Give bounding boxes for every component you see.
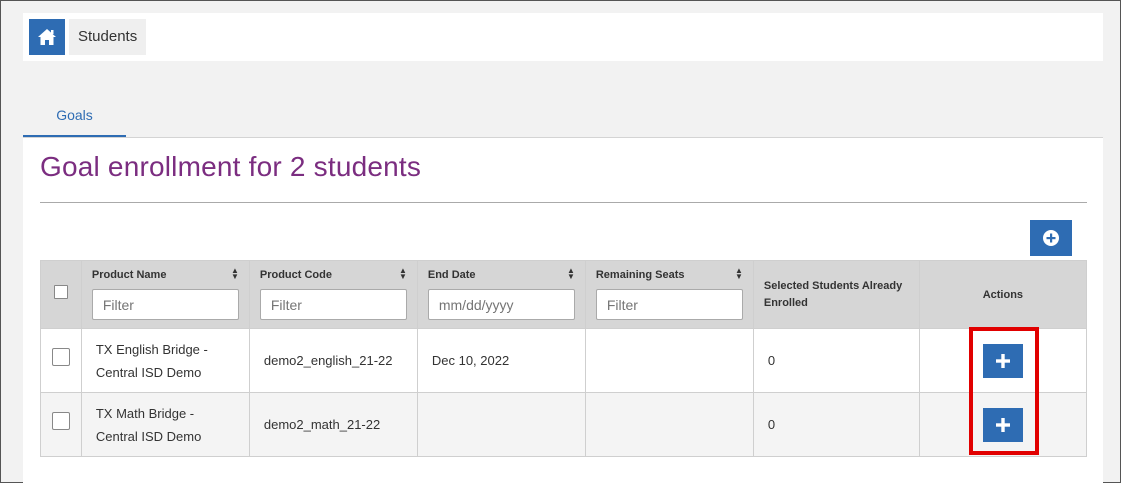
product-name-filter[interactable] xyxy=(91,289,239,320)
home-icon xyxy=(38,29,56,45)
product-name-cell: TX Math Bridge - Central ISD Demo xyxy=(80,392,250,457)
remaining-seats-cell xyxy=(584,392,754,457)
plus-icon xyxy=(995,353,1010,368)
table-row: TX English Bridge - Central ISD Demo dem… xyxy=(40,328,1088,393)
actions-cell xyxy=(918,328,1088,393)
row-checkbox[interactable] xyxy=(51,348,70,366)
tabs-area xyxy=(23,61,1103,137)
end-date-cell xyxy=(416,392,586,457)
header-product-name: Product Name ▲ ▼ xyxy=(80,260,250,329)
row-checkbox[interactable] xyxy=(51,412,70,430)
product-code-cell: demo2_english_21-22 xyxy=(248,328,418,393)
remaining-seats-filter[interactable] xyxy=(595,289,743,320)
header-selected-enrolled: Selected Students Already Enrolled xyxy=(752,260,920,329)
header-actions: Actions xyxy=(918,260,1088,329)
enroll-button[interactable] xyxy=(982,407,1023,442)
header-remaining-seats: Remaining Seats ▲ ▼ xyxy=(584,260,754,329)
header-label: Remaining Seats xyxy=(595,269,685,281)
header-end-date: End Date ▲ ▼ xyxy=(416,260,586,329)
header-label: Product Code xyxy=(259,269,332,281)
row-select-cell xyxy=(40,392,82,457)
enrolled-cell: 0 xyxy=(752,328,920,393)
home-button[interactable] xyxy=(29,19,65,55)
header-label: End Date xyxy=(427,269,476,281)
table-header-row: Product Name ▲▼ Product Code ▲▼ End Date xyxy=(40,260,1088,329)
select-all-cell xyxy=(40,260,82,329)
select-all-checkbox[interactable] xyxy=(53,284,68,299)
actions-cell xyxy=(918,392,1088,457)
end-date-filter[interactable] xyxy=(427,289,575,320)
page-title: Goal enrollment for 2 students xyxy=(40,151,422,182)
remaining-seats-cell xyxy=(584,328,754,393)
tab-goals[interactable]: Goals xyxy=(23,103,126,137)
header-label: Product Name xyxy=(91,269,167,281)
sort-icon[interactable]: ▲ ▼ xyxy=(567,267,575,281)
sort-icon[interactable]: ▲ ▼ xyxy=(735,267,743,281)
plus-icon xyxy=(995,417,1010,432)
plus-circle-icon xyxy=(1043,230,1059,246)
main-card: Students Goals Goal enrollment for 2 stu… xyxy=(23,13,1103,483)
add-goal-button[interactable] xyxy=(1030,220,1072,256)
tab-divider xyxy=(23,137,1103,138)
header-product-code: Product Code ▲ ▼ xyxy=(248,260,418,329)
sort-icon[interactable]: ▲ ▼ xyxy=(231,267,239,281)
title-divider xyxy=(40,202,1087,203)
table-row: TX Math Bridge - Central ISD Demo demo2_… xyxy=(40,392,1088,457)
product-name-cell: TX English Bridge - Central ISD Demo xyxy=(80,328,250,393)
enrolled-cell: 0 xyxy=(752,392,920,457)
breadcrumb-students[interactable]: Students xyxy=(69,19,147,55)
end-date-cell: Dec 10, 2022 xyxy=(416,328,586,393)
product-code-filter[interactable] xyxy=(259,289,407,320)
row-select-cell xyxy=(40,328,82,393)
breadcrumb: Students xyxy=(23,13,1103,61)
goals-table: Product Name ▲▼ Product Code ▲▼ End Date xyxy=(40,260,1088,457)
product-code-cell: demo2_math_21-22 xyxy=(248,392,418,457)
enroll-button[interactable] xyxy=(982,343,1023,378)
sort-icon[interactable]: ▲ ▼ xyxy=(399,267,407,281)
